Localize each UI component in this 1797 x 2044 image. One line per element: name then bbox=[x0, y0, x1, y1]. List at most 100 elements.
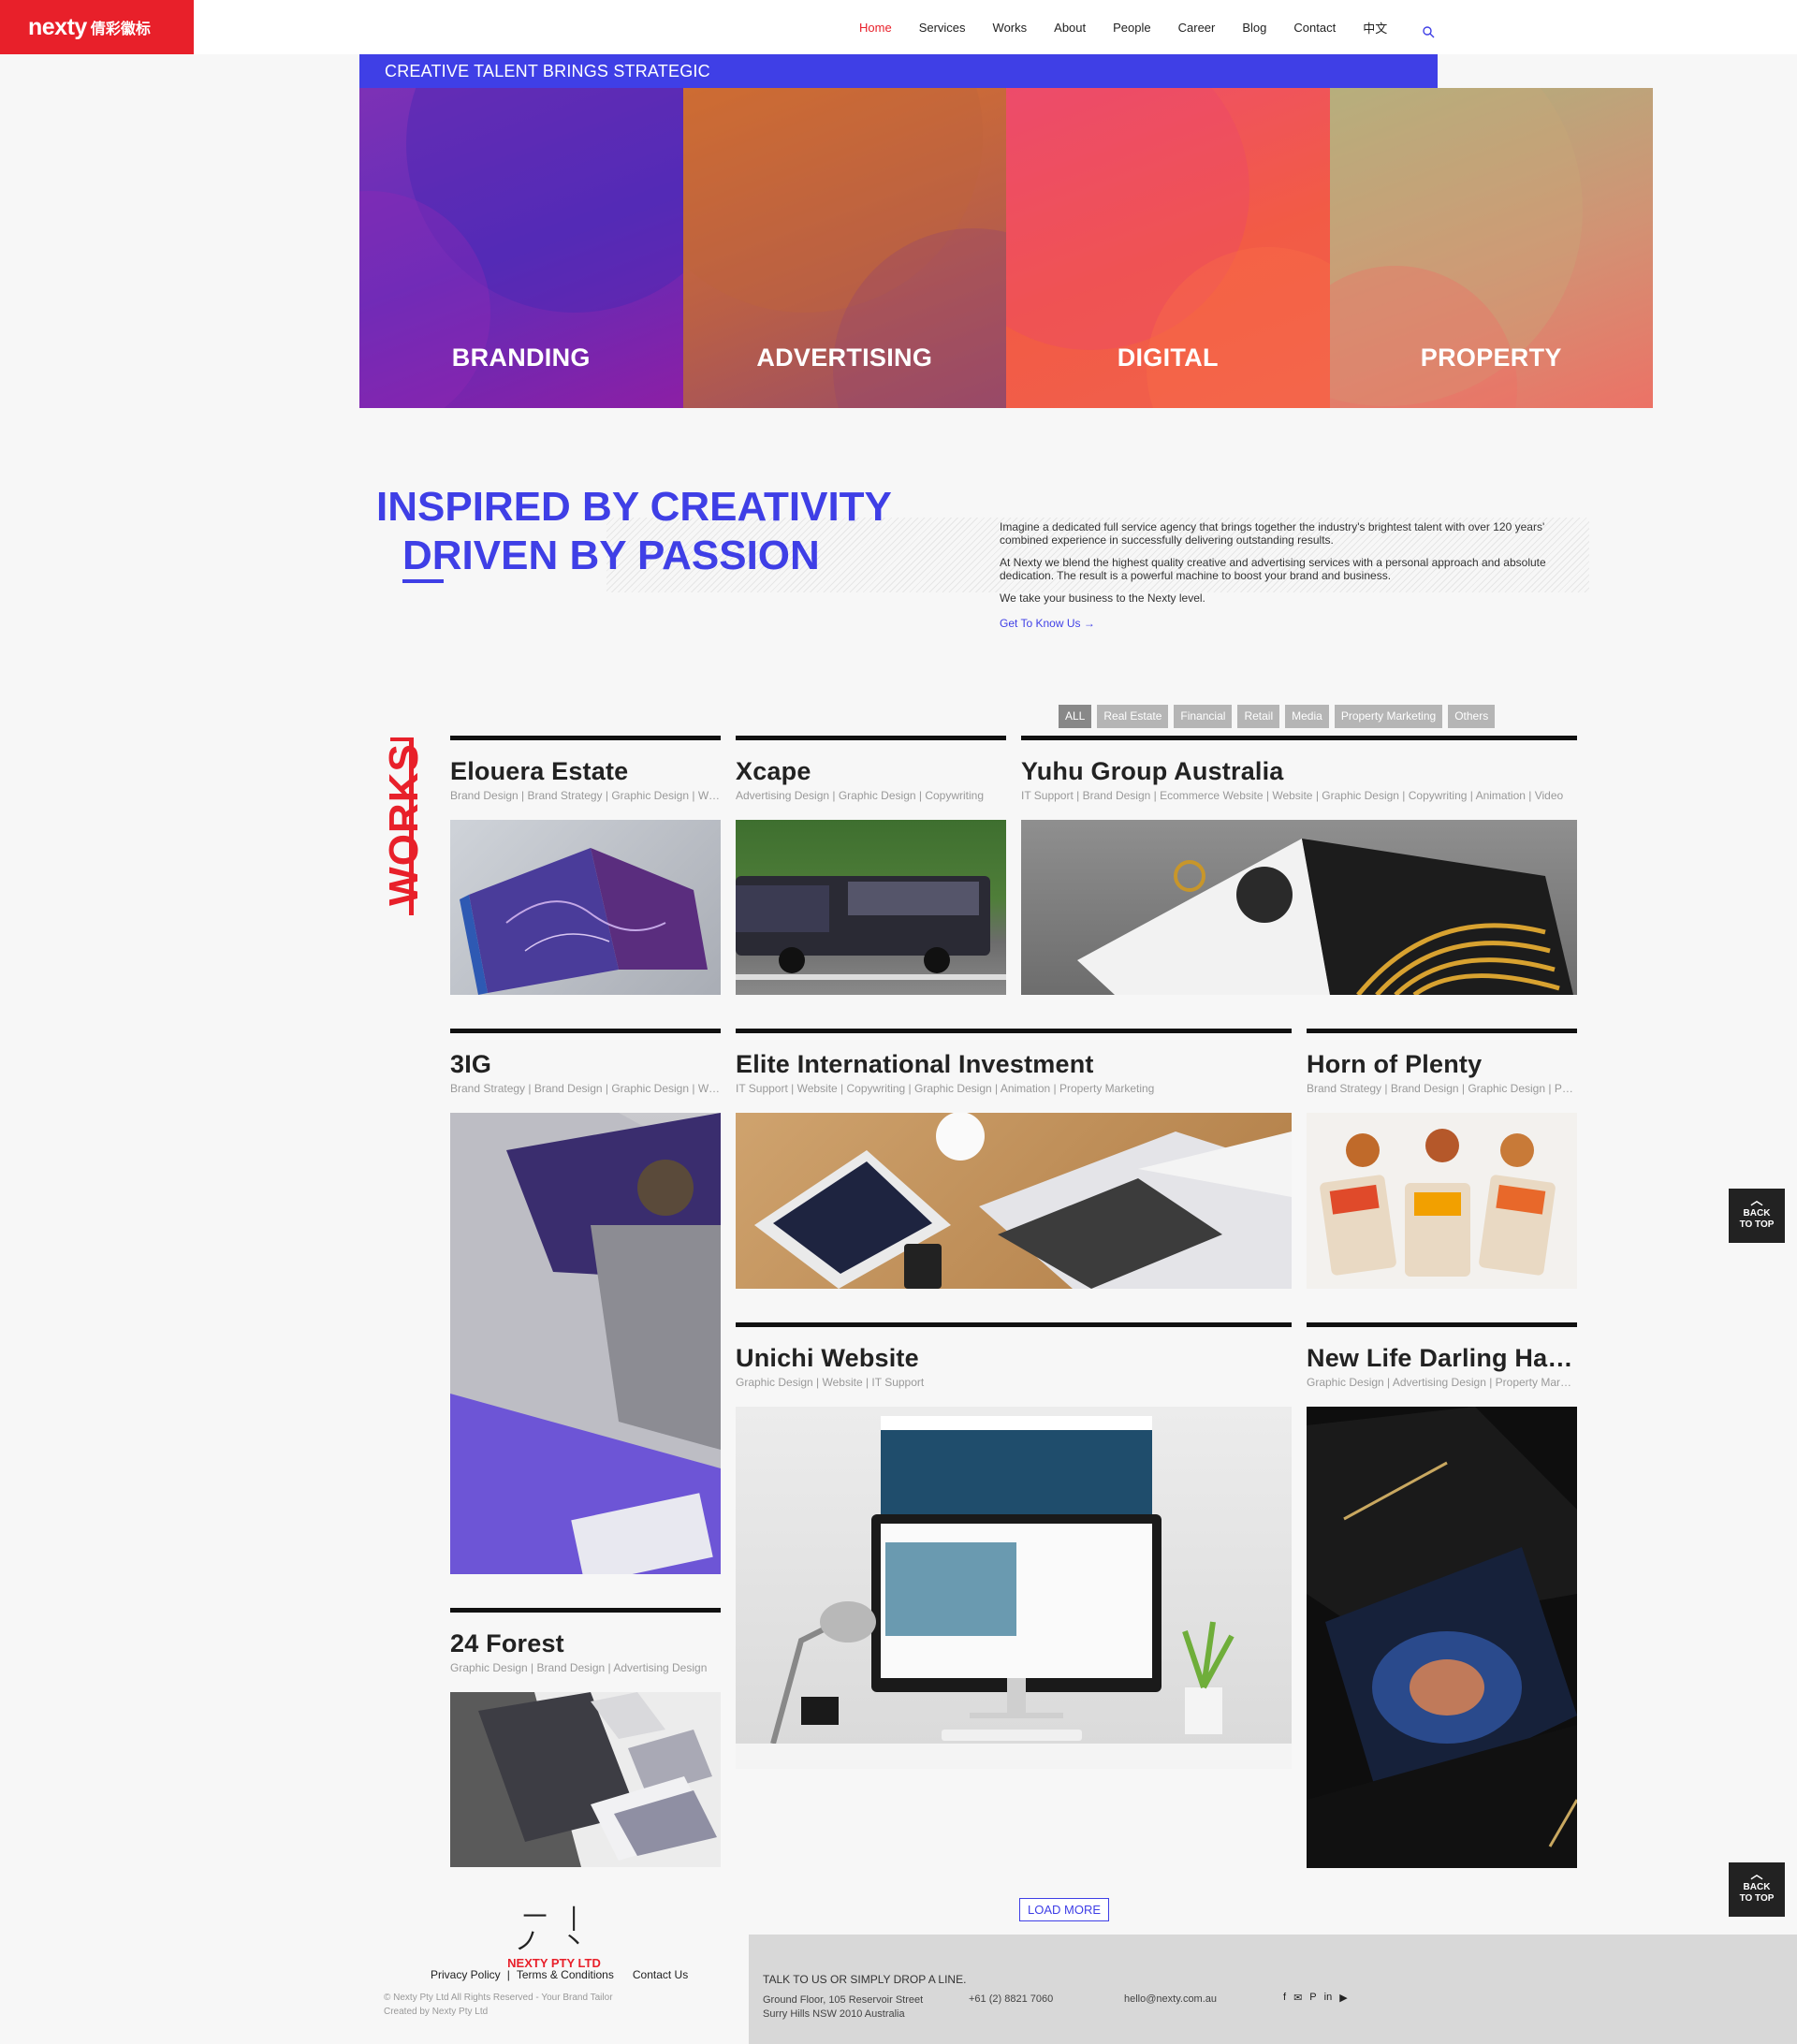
work-card-24-forest[interactable]: 24 Forest Graphic Design | Brand Design … bbox=[450, 1608, 721, 1867]
terms-link[interactable]: Terms & Conditions bbox=[517, 1968, 614, 1981]
work-card-xcape[interactable]: Xcape Advertising Design | Graphic Desig… bbox=[736, 736, 1006, 995]
tile-branding-label: BRANDING bbox=[451, 343, 591, 372]
work-title: Elouera Estate bbox=[450, 757, 629, 785]
nav-about[interactable]: About bbox=[1054, 21, 1086, 35]
work-title: 3IG bbox=[450, 1050, 492, 1078]
intro-paragraph-3: We take your business to the Nexty level… bbox=[1000, 591, 1205, 605]
footer-logo: 一 | ノ 丶 NEXTY PTY LTD bbox=[505, 1905, 603, 1970]
nav-chinese[interactable]: 中文 bbox=[1363, 19, 1387, 36]
address: Ground Floor, 105 Reservoir Street Surry… bbox=[763, 1993, 923, 2022]
wechat-icon[interactable]: ✉ bbox=[1293, 1992, 1302, 2004]
work-title: Horn of Plenty bbox=[1307, 1050, 1483, 1078]
work-tags: Graphic Design | Advertising Design | Pr… bbox=[1307, 1376, 1577, 1389]
top-bar: nexty 倩彩徽标 Home Services Works About Peo… bbox=[0, 0, 1797, 54]
youtube-icon[interactable]: ▶ bbox=[1339, 1992, 1347, 2004]
filter-real-estate[interactable]: Real Estate bbox=[1097, 705, 1169, 728]
filter-others[interactable]: Others bbox=[1448, 705, 1496, 728]
tile-digital[interactable]: DIGITAL bbox=[1006, 88, 1330, 408]
pinterest-icon[interactable]: P bbox=[1309, 1992, 1316, 2004]
filter-property-marketing[interactable]: Property Marketing bbox=[1334, 705, 1443, 728]
headline-line-2: DRIVEN BY PASSION bbox=[402, 533, 820, 578]
back-to-top-label-1: BACK bbox=[1743, 1882, 1771, 1892]
filter-all[interactable]: ALL bbox=[1059, 705, 1092, 728]
work-tags: IT Support | Brand Design | Ecommerce We… bbox=[1021, 789, 1564, 802]
chevron-up-icon: ︿ bbox=[1750, 1867, 1763, 1881]
back-to-top-label-2: TO TOP bbox=[1739, 1219, 1775, 1230]
works-label-text: WORKS bbox=[380, 743, 427, 906]
card-rule bbox=[450, 1029, 721, 1033]
card-rule bbox=[450, 736, 721, 740]
search-icon[interactable] bbox=[1423, 26, 1435, 38]
work-card-elite[interactable]: Elite International Investment IT Suppor… bbox=[736, 1029, 1292, 1289]
stationery-image-icon bbox=[450, 1113, 721, 1574]
get-to-know-us-link[interactable]: Get To Know Us → bbox=[1000, 617, 1095, 630]
card-rule bbox=[736, 736, 1006, 740]
copyright: © Nexty Pty Ltd All Rights Reserved - Yo… bbox=[384, 1991, 613, 2019]
work-thumbnail bbox=[736, 1407, 1292, 1769]
address-line-2: Surry Hills NSW 2010 Australia bbox=[763, 2008, 905, 2020]
work-tags: Brand Design | Brand Strategy | Graphic … bbox=[450, 789, 721, 802]
snack-packs-image-icon bbox=[1320, 1129, 1556, 1277]
tile-advertising-label: ADVERTISING bbox=[756, 343, 933, 372]
tile-branding[interactable]: BRANDING bbox=[359, 88, 683, 408]
footer-logo-mark: 一 | ノ 丶 bbox=[514, 1904, 594, 1956]
work-thumbnail bbox=[736, 820, 1006, 995]
nav-home[interactable]: Home bbox=[859, 21, 892, 35]
work-tags: Graphic Design | Brand Design | Advertis… bbox=[450, 1661, 708, 1674]
work-tags: IT Support | Website | Copywriting | Gra… bbox=[736, 1082, 1155, 1095]
footer-links: Privacy Policy | Terms & Conditions Cont… bbox=[431, 1968, 688, 1981]
work-card-horn[interactable]: Horn of Plenty Brand Strategy | Brand De… bbox=[1307, 1029, 1577, 1289]
nav-works[interactable]: Works bbox=[993, 21, 1028, 35]
card-rule bbox=[1021, 736, 1577, 740]
work-thumbnail bbox=[450, 1113, 721, 1574]
logo[interactable]: nexty 倩彩徽标 bbox=[0, 0, 194, 54]
work-card-yuhu[interactable]: Yuhu Group Australia IT Support | Brand … bbox=[1021, 736, 1577, 995]
filter-media[interactable]: Media bbox=[1285, 705, 1329, 728]
work-thumbnail bbox=[1021, 820, 1577, 995]
nav-career[interactable]: Career bbox=[1178, 21, 1216, 35]
work-card-new-life[interactable]: New Life Darling Harbour Graphic Design … bbox=[1307, 1322, 1577, 1868]
intro-paragraph-1: Imagine a dedicated full service agency … bbox=[1000, 520, 1545, 547]
work-card-elouera[interactable]: Elouera Estate Brand Design | Brand Stra… bbox=[450, 736, 721, 995]
copyright-line-2: Created by Nexty Pty Ltd bbox=[384, 2007, 489, 2017]
work-title: New Life Darling Harbour bbox=[1307, 1344, 1577, 1372]
tile-digital-label: DIGITAL bbox=[1117, 343, 1219, 372]
work-thumbnail bbox=[1307, 1407, 1577, 1868]
work-card-3ig[interactable]: 3IG Brand Strategy | Brand Design | Grap… bbox=[450, 1029, 721, 1574]
facebook-icon[interactable]: f bbox=[1283, 1992, 1286, 2004]
filter-retail[interactable]: Retail bbox=[1237, 705, 1280, 728]
linkedin-icon[interactable]: in bbox=[1324, 1992, 1333, 2004]
magazine-image-icon bbox=[1077, 839, 1573, 995]
load-more-button[interactable]: LOAD MORE bbox=[1019, 1898, 1109, 1921]
work-thumbnail bbox=[450, 820, 721, 995]
main-nav: Home Services Works About People Career … bbox=[859, 0, 1414, 54]
work-title: Elite International Investment bbox=[736, 1050, 1094, 1078]
service-tiles: BRANDING ADVERTISING DIGITAL PROPERTY bbox=[359, 88, 1653, 408]
work-thumbnail bbox=[736, 1113, 1292, 1289]
nav-people[interactable]: People bbox=[1113, 21, 1150, 35]
hero-tagline: CREATIVE TALENT BRINGS STRATEGIC bbox=[359, 54, 1438, 88]
back-to-top-label-2: TO TOP bbox=[1739, 1893, 1775, 1904]
nav-blog[interactable]: Blog bbox=[1242, 21, 1266, 35]
back-to-top-button[interactable]: ︿ BACK TO TOP bbox=[1729, 1189, 1785, 1243]
phone-number[interactable]: +61 (2) 8821 7060 bbox=[969, 1993, 1053, 2005]
tile-property[interactable]: PROPERTY bbox=[1329, 88, 1653, 408]
filter-financial[interactable]: Financial bbox=[1174, 705, 1233, 728]
headline: INSPIRED BY CREATIVITY DRIVEN BY PASSION bbox=[376, 483, 892, 580]
nav-services[interactable]: Services bbox=[919, 21, 966, 35]
work-card-unichi[interactable]: Unichi Website Graphic Design | Website … bbox=[736, 1322, 1292, 1769]
footer-link-separator: | bbox=[506, 1968, 510, 1981]
work-tags: Advertising Design | Graphic Design | Co… bbox=[736, 789, 985, 802]
privacy-policy-link[interactable]: Privacy Policy bbox=[431, 1968, 501, 1981]
back-to-top-button-bottom[interactable]: ︿ BACK TO TOP bbox=[1729, 1862, 1785, 1917]
contact-us-link[interactable]: Contact Us bbox=[633, 1968, 688, 1981]
card-rule bbox=[736, 1029, 1292, 1033]
chevron-up-icon: ︿ bbox=[1750, 1193, 1763, 1207]
tile-advertising[interactable]: ADVERTISING bbox=[682, 88, 1006, 408]
headline-underline bbox=[402, 579, 444, 583]
logo-chinese-text: 倩彩徽标 bbox=[90, 20, 151, 37]
nav-contact[interactable]: Contact bbox=[1293, 21, 1336, 35]
identity-set-image-icon bbox=[450, 1692, 717, 1867]
logo-text: nexty bbox=[28, 13, 87, 40]
email-address[interactable]: hello@nexty.com.au bbox=[1124, 1993, 1217, 2005]
